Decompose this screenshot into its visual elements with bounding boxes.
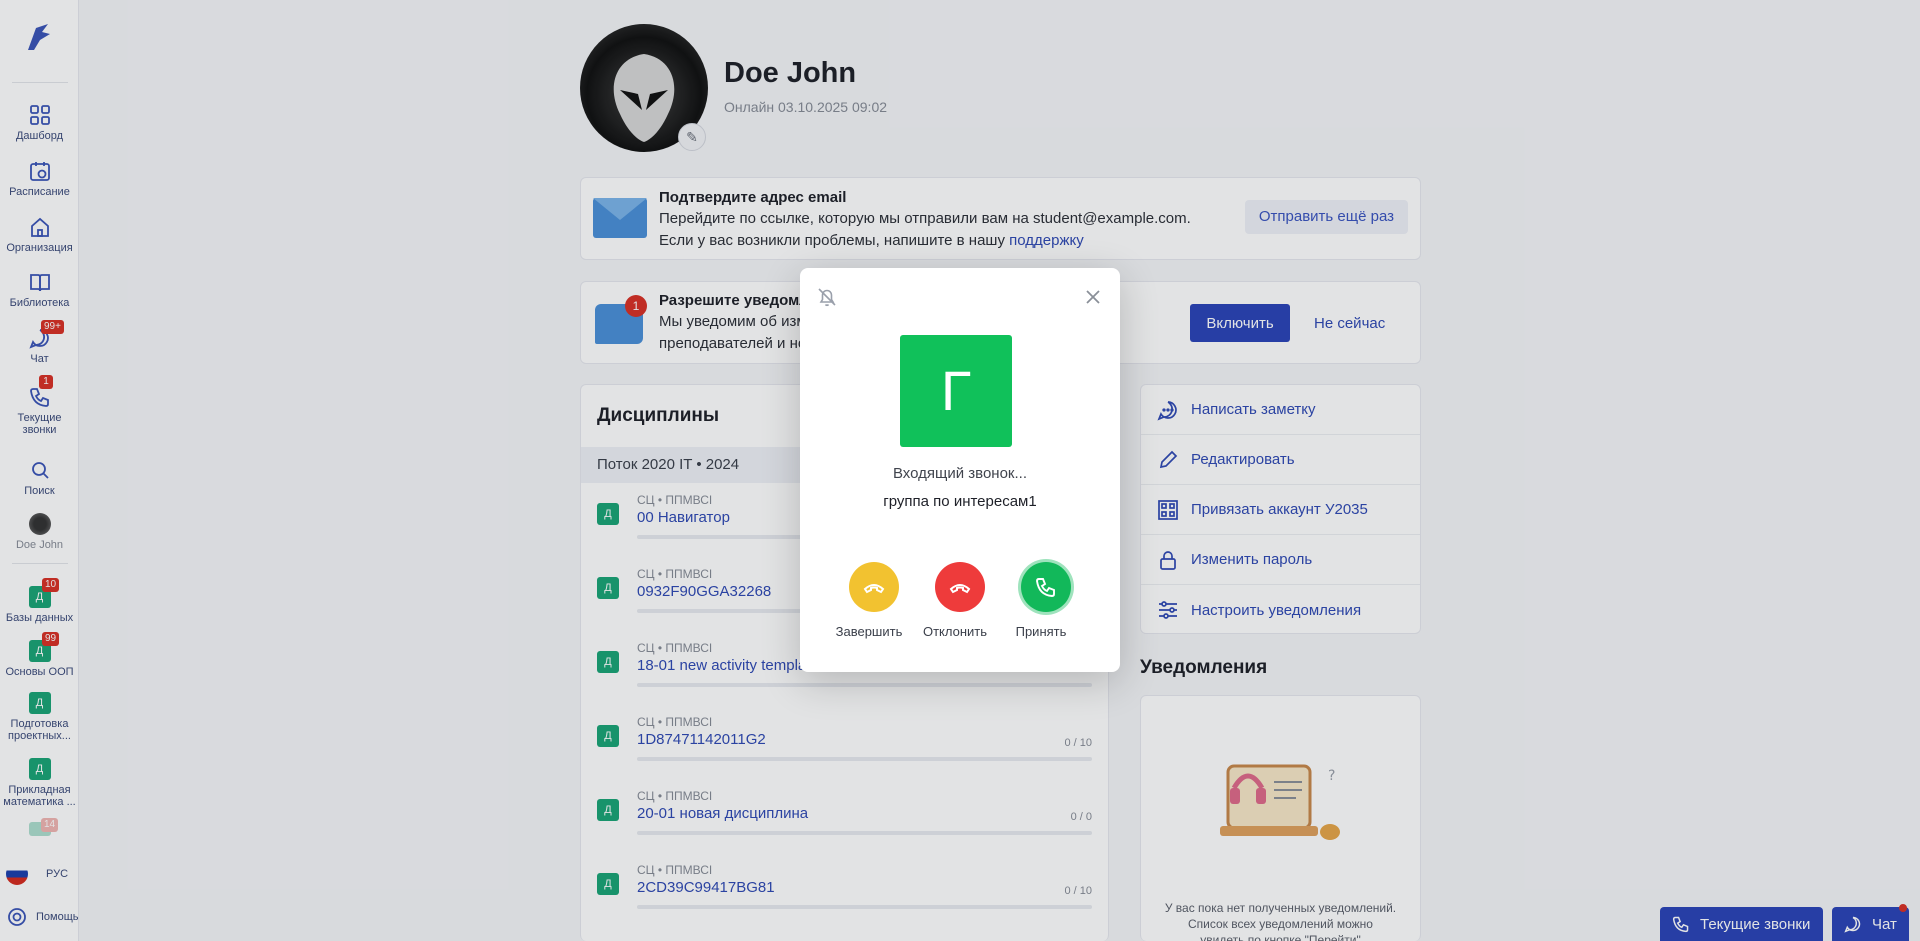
phone-icon [1036, 578, 1055, 597]
caller-avatar: Г [900, 335, 1012, 447]
accept-call-label: Принять [1015, 624, 1067, 639]
decline-phone-icon [949, 584, 971, 594]
end-call-button[interactable] [849, 562, 899, 612]
call-state-text: Входящий звонок... [892, 465, 1028, 482]
accept-call-button[interactable] [1021, 562, 1071, 612]
caller-name: группа по интересам1 [883, 493, 1037, 510]
incoming-call-modal: Г Входящий звонок... группа по интересам… [800, 268, 1120, 672]
decline-call-button[interactable] [935, 562, 985, 612]
close-icon[interactable] [1084, 288, 1102, 306]
bell-off-icon[interactable] [816, 286, 838, 308]
end-call-label: Завершить [835, 624, 903, 639]
hangup-icon [863, 584, 885, 594]
decline-call-label: Отклонить [922, 624, 988, 639]
